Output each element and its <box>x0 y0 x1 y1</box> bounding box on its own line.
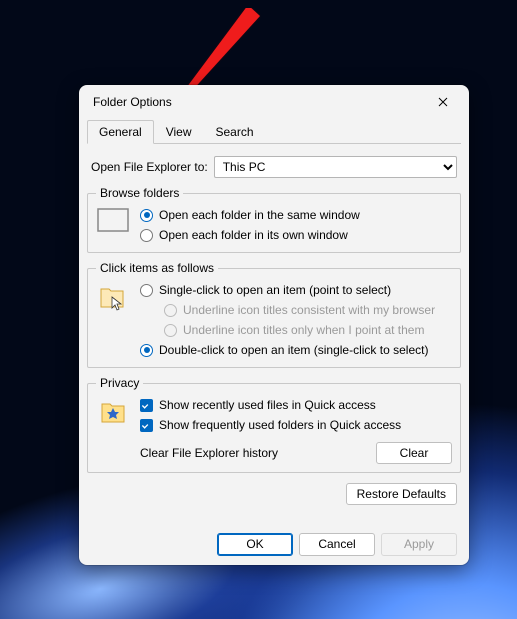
radio-single-click[interactable]: Single-click to open an item (point to s… <box>140 281 452 299</box>
radio-icon <box>140 209 153 222</box>
open-explorer-label: Open File Explorer to: <box>91 160 208 174</box>
tab-general[interactable]: General <box>87 120 154 144</box>
window-icon <box>97 208 129 232</box>
radio-icon <box>164 304 177 317</box>
cursor-folder-icon <box>98 283 128 313</box>
check-frequent-folders[interactable]: Show frequently used folders in Quick ac… <box>140 416 452 434</box>
privacy-group: Privacy Show recently used files in Quic… <box>87 376 461 473</box>
dialog-footer: OK Cancel Apply <box>79 523 469 565</box>
apply-button[interactable]: Apply <box>381 533 457 556</box>
folder-options-dialog: Folder Options General View Search Open … <box>79 85 469 565</box>
ok-button[interactable]: OK <box>217 533 293 556</box>
check-recent-files[interactable]: Show recently used files in Quick access <box>140 396 452 414</box>
tab-content-general: Open File Explorer to: This PC Browse fo… <box>79 144 469 505</box>
radio-icon <box>140 229 153 242</box>
tab-strip: General View Search <box>87 119 461 144</box>
radio-icon <box>164 324 177 337</box>
open-explorer-combo[interactable]: This PC <box>214 156 457 178</box>
radio-underline-point: Underline icon titles only when I point … <box>140 321 452 339</box>
close-icon <box>438 97 448 107</box>
titlebar: Folder Options <box>79 85 469 119</box>
cancel-button[interactable]: Cancel <box>299 533 375 556</box>
privacy-legend: Privacy <box>96 376 143 390</box>
click-items-group: Click items as follows Single-click to o… <box>87 261 461 368</box>
browse-folders-legend: Browse folders <box>96 186 183 200</box>
clear-history-label: Clear File Explorer history <box>140 446 366 460</box>
quickaccess-icon <box>98 398 128 428</box>
clear-button[interactable]: Clear <box>376 442 452 464</box>
window-title: Folder Options <box>93 95 423 109</box>
tab-search[interactable]: Search <box>204 120 266 144</box>
radio-icon <box>140 344 153 357</box>
restore-defaults-button[interactable]: Restore Defaults <box>346 483 457 505</box>
browse-folders-group: Browse folders Open each folder in the s… <box>87 186 461 253</box>
radio-icon <box>140 284 153 297</box>
close-button[interactable] <box>423 88 463 116</box>
click-items-legend: Click items as follows <box>96 261 218 275</box>
checkbox-icon <box>140 399 153 412</box>
tab-view[interactable]: View <box>154 120 204 144</box>
checkbox-icon <box>140 419 153 432</box>
radio-own-window[interactable]: Open each folder in its own window <box>140 226 452 244</box>
radio-same-window[interactable]: Open each folder in the same window <box>140 206 452 224</box>
radio-underline-browser: Underline icon titles consistent with my… <box>140 301 452 319</box>
radio-double-click[interactable]: Double-click to open an item (single-cli… <box>140 341 452 359</box>
